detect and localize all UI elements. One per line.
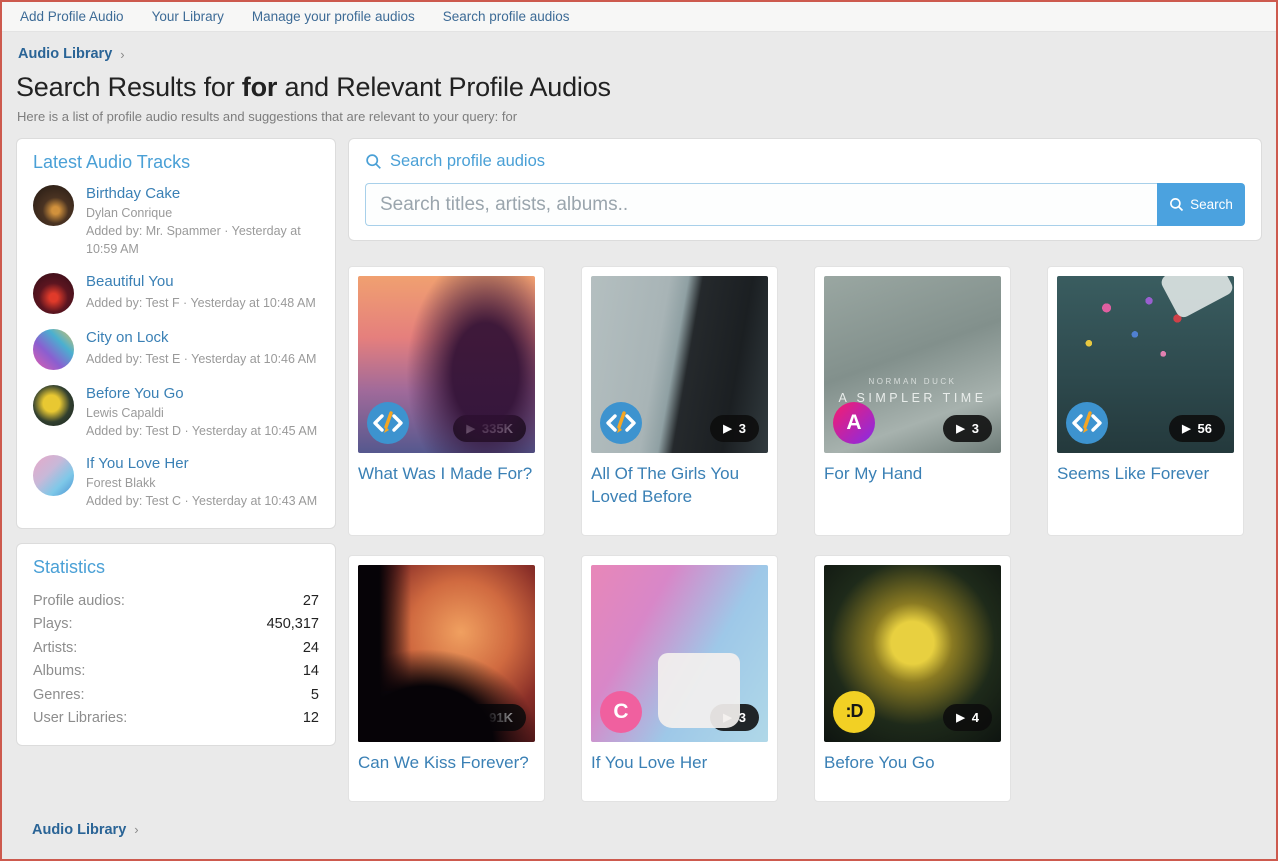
play-count-badge: ▶3: [710, 704, 759, 731]
uploader-avatar-icon: :D: [833, 691, 875, 733]
cover-artist-text: NORMAN DUCK: [824, 377, 1001, 386]
audio-card[interactable]: NORMAN DUCK A SIMPLER TIME A ▶3 For My H…: [814, 266, 1011, 536]
track-title-link[interactable]: City on Lock: [86, 329, 316, 348]
audio-thumbnail[interactable]: NORMAN DUCK A SIMPLER TIME A ▶3: [824, 276, 1001, 453]
top-navbar: Add Profile Audio Your Library Manage yo…: [2, 2, 1276, 32]
search-input[interactable]: [365, 183, 1157, 226]
audio-thumbnail[interactable]: :D ▶4: [824, 565, 1001, 742]
audio-title-link[interactable]: If You Love Her: [591, 752, 768, 775]
play-count-badge: ▶3: [710, 415, 759, 442]
play-icon: ▶: [474, 711, 482, 724]
audio-title-link[interactable]: For My Hand: [824, 463, 1001, 486]
track-item[interactable]: Birthday Cake Dylan Conrique Added by: M…: [33, 185, 319, 258]
search-panel: Search profile audios Search: [348, 138, 1262, 241]
play-count-badge: ▶91K: [461, 704, 526, 731]
page-subtitle: Here is a list of profile audio results …: [17, 109, 1262, 124]
search-query-term: for: [242, 72, 277, 102]
stat-row-albums: Albums:14: [33, 660, 319, 683]
audio-thumbnail[interactable]: ▶3: [591, 276, 768, 453]
play-icon: ▶: [956, 422, 964, 435]
play-count-badge: ▶3: [943, 415, 992, 442]
track-cover-if-you-love-her: [33, 455, 74, 496]
track-artist: Forest Blakk: [86, 476, 317, 490]
track-added-by: Added by: Mr. Spammer · Yesterday at 10:…: [86, 222, 319, 258]
sidebar: Latest Audio Tracks Birthday Cake Dylan …: [16, 138, 336, 760]
audio-thumbnail[interactable]: ▶56: [1057, 276, 1234, 453]
nav-add-profile-audio[interactable]: Add Profile Audio: [20, 9, 124, 24]
breadcrumb: Audio Library ›: [18, 46, 1262, 62]
track-added-by: Added by: Test F · Yesterday at 10:48 AM: [86, 294, 316, 312]
track-added-by: Added by: Test C · Yesterday at 10:43 AM: [86, 492, 317, 510]
audio-card[interactable]: ▶335K What Was I Made For?: [348, 266, 545, 536]
audio-card[interactable]: B ▶91K Can We Kiss Forever?: [348, 555, 545, 802]
stat-row-profile-audios: Profile audios:27: [33, 590, 319, 613]
track-title-link[interactable]: Birthday Cake: [86, 185, 319, 204]
track-cover-beautiful-you: [33, 273, 74, 314]
track-cover-city-on-lock: [33, 329, 74, 370]
audio-title-link[interactable]: All Of The Girls You Loved Before: [591, 463, 768, 509]
play-count-badge: ▶335K: [453, 415, 526, 442]
play-count-badge: ▶4: [943, 704, 992, 731]
audio-thumbnail[interactable]: B ▶91K: [358, 565, 535, 742]
search-icon: [1169, 197, 1184, 212]
search-icon: [365, 153, 382, 170]
track-cover-birthday-cake: [33, 185, 74, 226]
page-title: Search Results for for and Relevant Prof…: [16, 72, 1262, 103]
uploader-avatar-icon: C: [600, 691, 642, 733]
latest-tracks-header: Latest Audio Tracks: [33, 152, 319, 173]
statistics-panel: Statistics Profile audios:27 Plays:450,3…: [16, 543, 336, 746]
play-icon: ▶: [723, 711, 731, 724]
code-brush-logo-icon: [600, 402, 642, 444]
audio-thumbnail[interactable]: C ▶3: [591, 565, 768, 742]
track-item[interactable]: Beautiful You Added by: Test F · Yesterd…: [33, 273, 319, 314]
audio-card[interactable]: :D ▶4 Before You Go: [814, 555, 1011, 802]
stat-row-plays: Plays:450,317: [33, 613, 319, 636]
main-content: Search profile audios Search: [348, 138, 1262, 802]
nav-your-library[interactable]: Your Library: [152, 9, 224, 24]
track-cover-before-you-go: [33, 385, 74, 426]
breadcrumb-audio-library[interactable]: Audio Library: [32, 822, 126, 838]
stat-row-user-libraries: User Libraries:12: [33, 707, 319, 730]
track-artist: Dylan Conrique: [86, 206, 319, 220]
track-item[interactable]: City on Lock Added by: Test E · Yesterda…: [33, 329, 319, 370]
uploader-avatar-icon: B: [367, 691, 409, 733]
play-count-badge: ▶56: [1169, 415, 1225, 442]
search-panel-header[interactable]: Search profile audios: [365, 152, 1245, 171]
audio-title-link[interactable]: Can We Kiss Forever?: [358, 752, 535, 775]
stat-row-artists: Artists:24: [33, 637, 319, 660]
chevron-right-icon: ›: [134, 822, 138, 837]
audio-thumbnail[interactable]: ▶335K: [358, 276, 535, 453]
play-icon: ▶: [956, 711, 964, 724]
audio-card[interactable]: C ▶3 If You Love Her: [581, 555, 778, 802]
track-item[interactable]: Before You Go Lewis Capaldi Added by: Te…: [33, 385, 319, 440]
latest-audio-tracks-panel: Latest Audio Tracks Birthday Cake Dylan …: [16, 138, 336, 529]
search-button[interactable]: Search: [1157, 183, 1245, 226]
code-brush-logo-icon: [367, 402, 409, 444]
track-artist: Lewis Capaldi: [86, 406, 317, 420]
track-title-link[interactable]: If You Love Her: [86, 455, 317, 474]
statistics-header: Statistics: [33, 557, 319, 578]
track-title-link[interactable]: Beautiful You: [86, 273, 316, 292]
stat-row-genres: Genres:5: [33, 684, 319, 707]
audio-title-link[interactable]: What Was I Made For?: [358, 463, 535, 486]
chevron-right-icon: ›: [120, 47, 124, 62]
audio-results-grid: ▶335K What Was I Made For?: [348, 266, 1262, 802]
play-icon: ▶: [1182, 422, 1190, 435]
nav-search-profile-audios[interactable]: Search profile audios: [443, 9, 570, 24]
track-added-by: Added by: Test D · Yesterday at 10:45 AM: [86, 422, 317, 440]
track-added-by: Added by: Test E · Yesterday at 10:46 AM: [86, 350, 316, 368]
audio-card[interactable]: ▶56 Seems Like Forever: [1047, 266, 1244, 536]
audio-card[interactable]: ▶3 All Of The Girls You Loved Before: [581, 266, 778, 536]
play-icon: ▶: [466, 422, 474, 435]
play-icon: ▶: [723, 422, 731, 435]
audio-title-link[interactable]: Seems Like Forever: [1057, 463, 1234, 486]
footer-breadcrumb: Audio Library ›: [32, 822, 1262, 838]
audio-title-link[interactable]: Before You Go: [824, 752, 1001, 775]
code-brush-logo-icon: [1066, 402, 1108, 444]
track-title-link[interactable]: Before You Go: [86, 385, 317, 404]
nav-manage-profile-audios[interactable]: Manage your profile audios: [252, 9, 415, 24]
breadcrumb-audio-library[interactable]: Audio Library: [18, 46, 112, 62]
uploader-avatar-icon: A: [833, 402, 875, 444]
track-item[interactable]: If You Love Her Forest Blakk Added by: T…: [33, 455, 319, 510]
